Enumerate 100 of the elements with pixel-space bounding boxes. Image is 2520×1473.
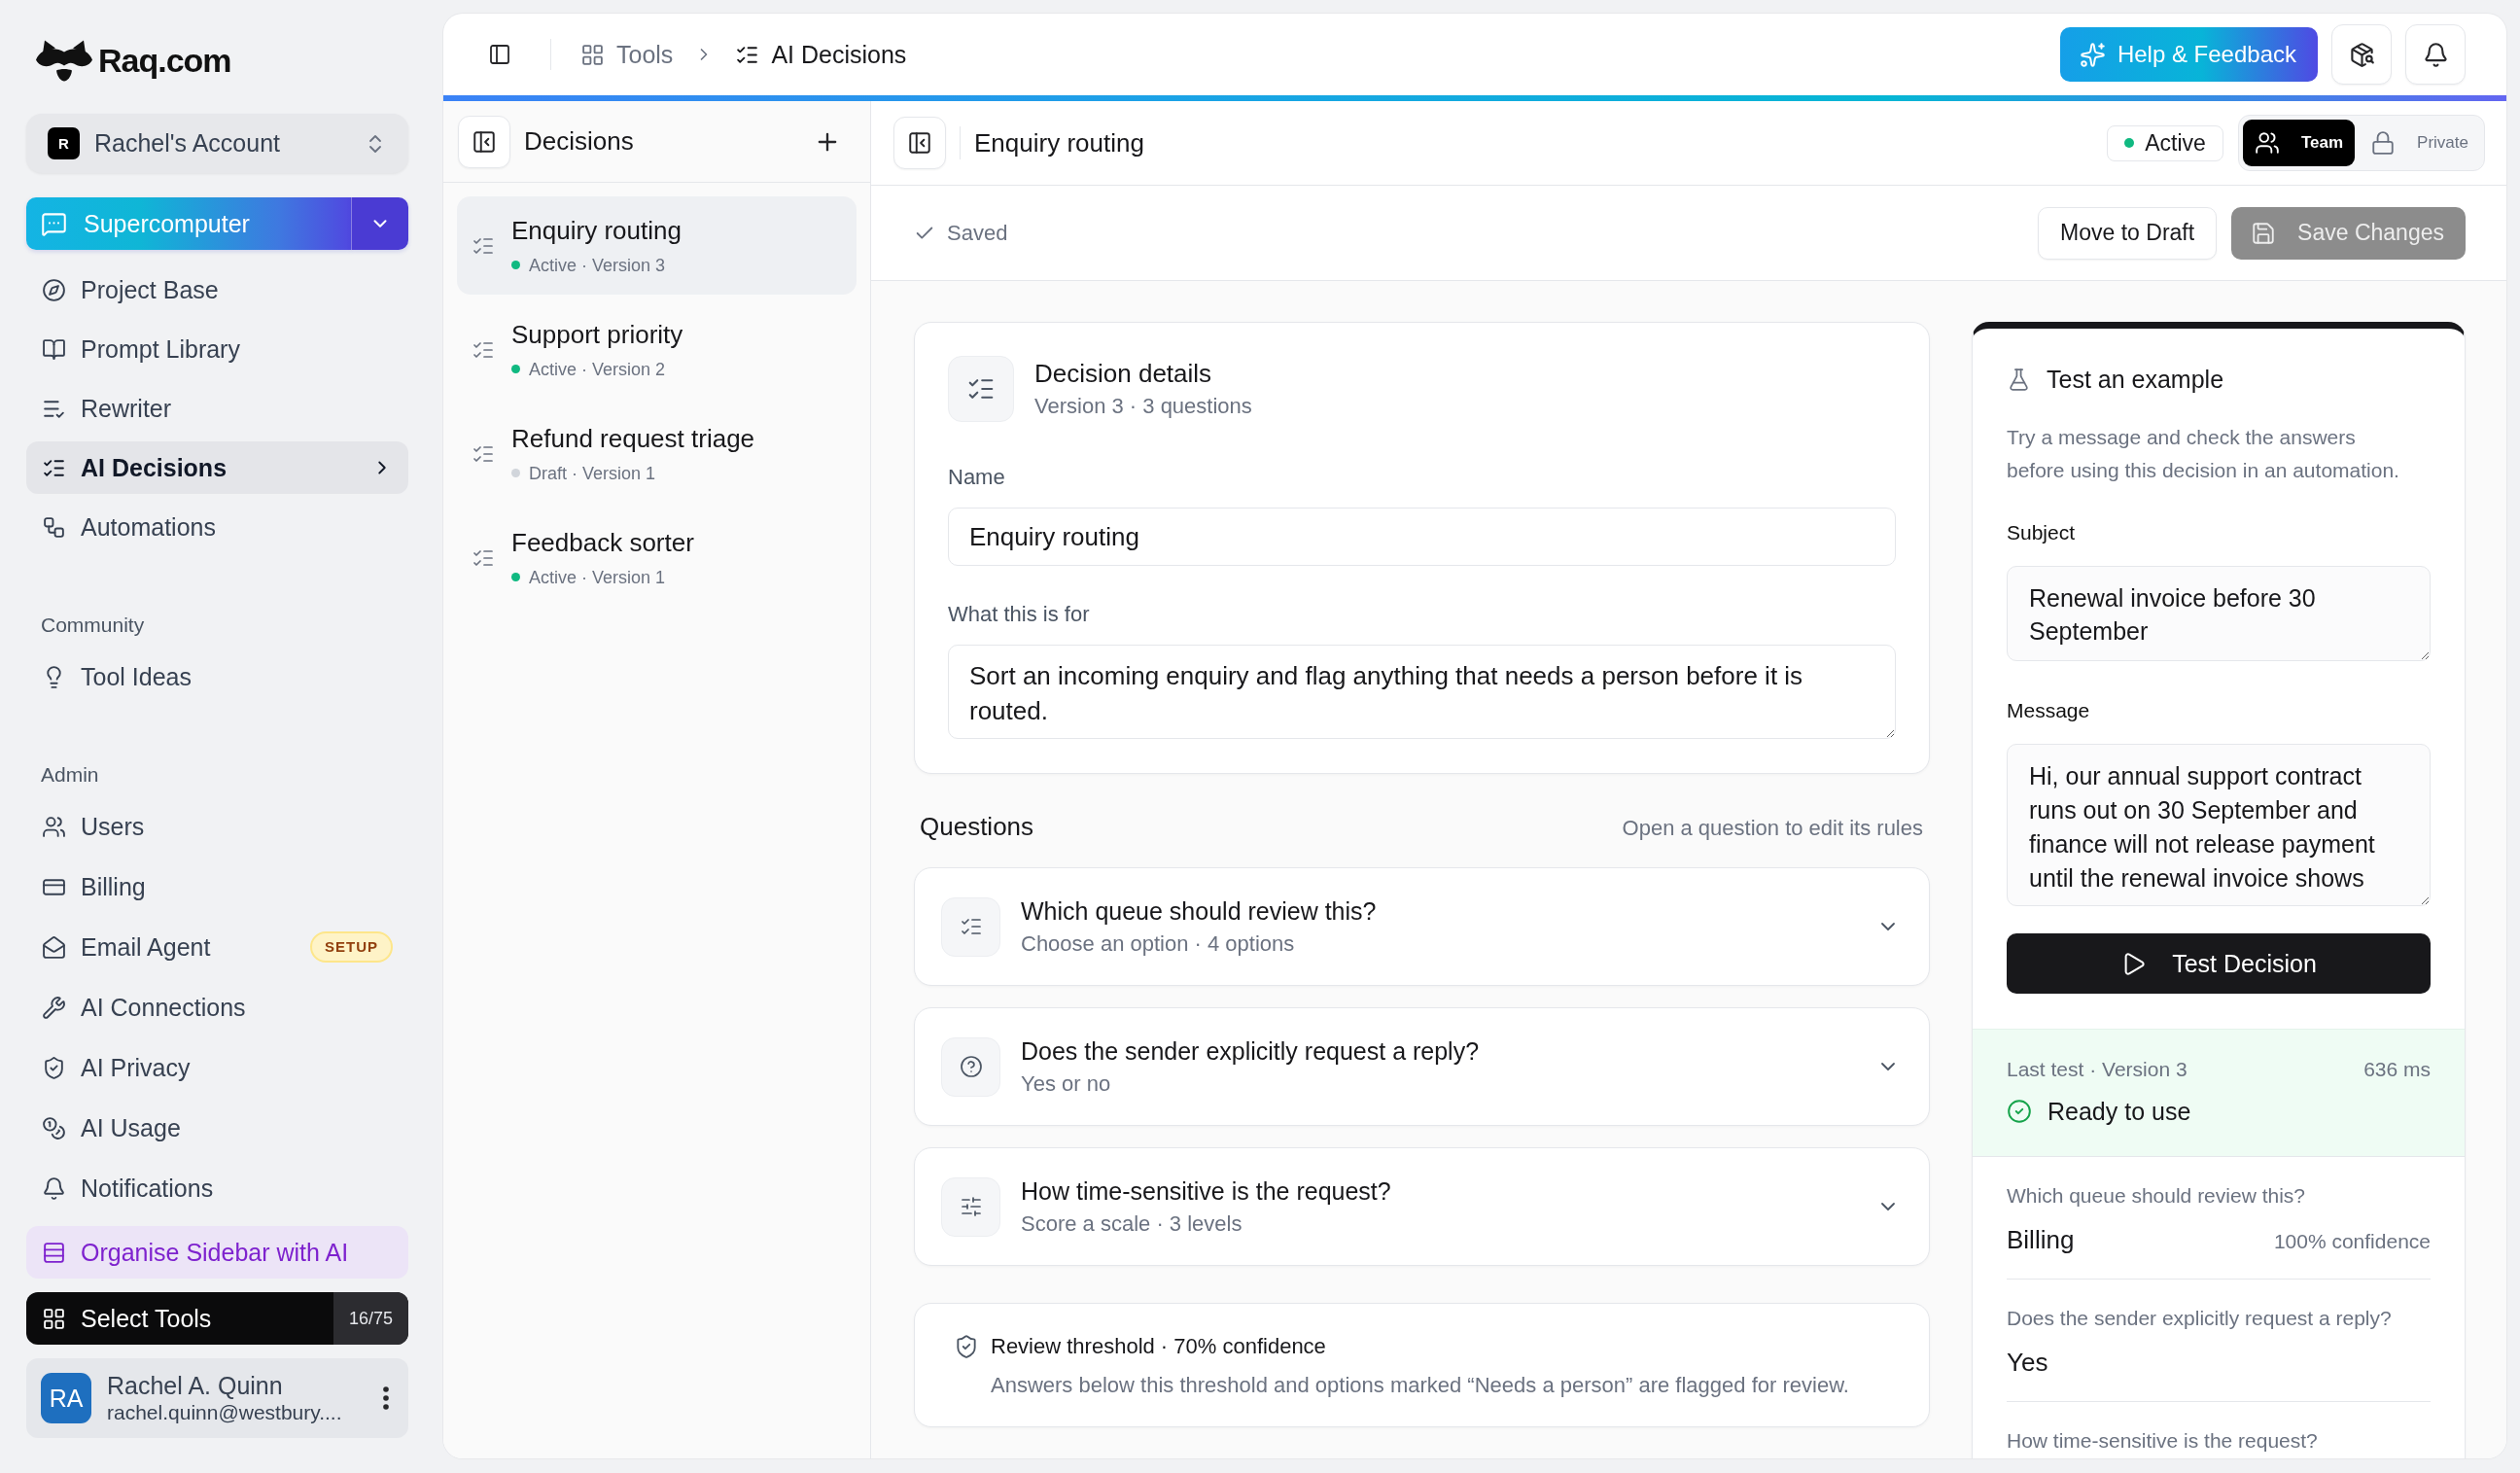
grid-icon — [42, 1306, 66, 1331]
user-email: rachel.quinn@westbury.... — [107, 1399, 343, 1425]
question-row[interactable]: Which queue should review this? Choose an option · 4 options — [914, 867, 1930, 986]
answer-confidence: 100% confidence — [2273, 1229, 2431, 1254]
message-textarea[interactable]: Hi, our annual support contract runs out on 30 September and finance will not release payment until the renewal invoice shows — [2007, 744, 2431, 906]
section-heading: Community — [40, 613, 146, 638]
dropdown-button[interactable] — [351, 197, 408, 250]
description-textarea[interactable]: Sort an incoming enquiry and flag anything that needs a person before it is routed. — [948, 645, 1896, 739]
shield-check-icon — [954, 1334, 979, 1359]
sliders-icon — [941, 1176, 1000, 1237]
question-row[interactable]: Does the sender explicitly request a reply? Yes or no — [914, 1007, 1930, 1126]
sidebar-item[interactable]: Billing — [26, 860, 408, 913]
envelope-icon — [42, 934, 66, 960]
status-button[interactable]: Active — [2107, 124, 2223, 161]
field-label: Name — [948, 465, 1006, 490]
organise-sidebar-button[interactable]: Organise Sidebar with AI — [26, 1226, 408, 1279]
sidebar-item[interactable]: Automations — [26, 501, 408, 553]
question-row[interactable]: How time-sensitive is the request? Score a scale · 3 levels — [914, 1147, 1930, 1266]
card-subtitle: Version 3 · 3 questions — [1034, 393, 1252, 420]
grid-icon — [580, 42, 605, 67]
decision-list-item[interactable]: Feedback sorter Active · Version 1 — [457, 509, 857, 607]
bell-icon — [2422, 41, 2449, 68]
sidebar-item[interactable]: Users — [26, 800, 408, 853]
panel-description: Try a message and check the answers before using this decision in an automation. — [2007, 425, 2400, 483]
package-search-icon — [2348, 41, 2375, 68]
user-name: Rachel A. Quinn — [107, 1371, 284, 1400]
sparkles-icon — [2079, 41, 2106, 68]
decision-list-item[interactable]: Support priority Active · Version 2 — [457, 300, 857, 399]
field-label: Subject — [2007, 520, 2077, 545]
book-icon — [42, 336, 66, 362]
check-circle-icon — [2007, 1099, 2032, 1124]
breadcrumb-link[interactable]: Tools — [580, 40, 674, 69]
panel-collapse-icon — [907, 130, 932, 156]
wrench-icon — [42, 995, 66, 1020]
sidebar-item[interactable]: Rewriter — [26, 382, 408, 435]
more-options-button[interactable] — [383, 1386, 389, 1410]
collapse-panel-button[interactable] — [893, 117, 946, 169]
decision-list-item[interactable]: Enquiry routing Active · Version 3 — [457, 196, 857, 295]
threshold-title: Review threshold · 70% confidence — [991, 1334, 1327, 1359]
visibility-option[interactable]: Team — [2242, 120, 2356, 166]
rows-icon — [42, 1240, 66, 1265]
sidebar-item[interactable]: AI Privacy — [26, 1041, 408, 1094]
threshold-description: Answers below this threshold and options marked “Needs a person” are flagged for review. — [991, 1373, 1849, 1398]
lock-icon — [2370, 130, 2397, 156]
decision-list-item[interactable]: Refund request triage Draft · Version 1 — [457, 404, 857, 503]
raccoon-logo-icon — [36, 39, 92, 82]
sidebar-item[interactable]: AI Usage — [26, 1102, 408, 1154]
user-avatar: RA — [41, 1373, 91, 1423]
field-label: What this is for — [948, 602, 1091, 627]
select-tools-button[interactable]: Select Tools 16/75 — [26, 1292, 408, 1345]
last-test-label: Last test · Version 3 — [2007, 1057, 2188, 1082]
breadcrumb-link[interactable]: AI Decisions — [735, 40, 907, 69]
result-status: Ready to use — [2048, 1097, 2191, 1127]
notifications-button[interactable] — [2405, 24, 2466, 85]
compass-icon — [42, 277, 66, 302]
section-heading: Questions — [920, 812, 1034, 842]
checklist-icon — [948, 356, 1014, 422]
name-input[interactable]: Enquiry routing — [948, 508, 1896, 566]
chat-bubble-icon — [41, 210, 67, 237]
workflow-icon — [42, 514, 66, 540]
account-avatar: R — [48, 127, 80, 159]
test-duration: 636 ms — [2363, 1057, 2431, 1082]
section-hint: Open a question to edit its rules — [1622, 816, 1923, 841]
section-heading: Admin — [40, 762, 100, 788]
subject-textarea[interactable]: Renewal invoice before 30 September — [2007, 566, 2431, 661]
card-title: Decision details — [1034, 358, 1213, 389]
sidebar-item[interactable]: AI Decisions — [26, 441, 408, 494]
answer-question: How time-sensitive is the request? — [2007, 1429, 2318, 1452]
logo-text: Raq.com — [98, 41, 231, 81]
sidebar-item[interactable]: Notifications — [26, 1162, 408, 1214]
package-search-button[interactable] — [2331, 24, 2392, 85]
answer-value: Yes — [2007, 1347, 2048, 1378]
bell-icon — [42, 1175, 66, 1201]
page-title: Enquiry routing — [974, 127, 1145, 158]
sidebar-toggle-button[interactable] — [488, 43, 511, 66]
question-mark-icon — [941, 1036, 1000, 1097]
sidebar-item[interactable]: Prompt Library — [26, 323, 408, 375]
sidebar-item[interactable]: Project Base — [26, 263, 408, 316]
collapse-panel-button[interactable] — [458, 115, 510, 168]
save-status: Saved — [947, 220, 1008, 246]
account-selector[interactable]: R Rachel's Account — [26, 114, 408, 173]
users-icon — [2254, 130, 2280, 156]
answer-value: Billing — [2007, 1224, 2075, 1255]
sidebar-item[interactable]: Tool Ideas — [26, 650, 408, 703]
answer-question: Which queue should review this? — [2007, 1184, 2305, 1207]
sidebar-item[interactable]: Email Agent SETUP — [26, 921, 408, 973]
panel-title: Test an example — [2047, 365, 2224, 394]
flask-icon — [2007, 367, 2031, 392]
answer-question: Does the sender explicitly request a reply? — [2007, 1307, 2392, 1329]
more-vertical-icon — [383, 1386, 389, 1410]
visibility-option[interactable]: Private — [2359, 120, 2480, 166]
test-decision-button[interactable]: Test Decision — [2007, 933, 2431, 994]
field-label: Message — [2007, 698, 2091, 723]
status-dot-icon — [2124, 138, 2135, 148]
sidebar-panel-icon — [488, 43, 511, 66]
move-to-draft-button[interactable]: Move to Draft — [2038, 206, 2218, 260]
users-icon — [42, 814, 66, 839]
sidebar-item[interactable]: AI Connections — [26, 981, 408, 1034]
coins-icon — [42, 1115, 66, 1140]
panel-collapse-icon — [472, 128, 497, 155]
